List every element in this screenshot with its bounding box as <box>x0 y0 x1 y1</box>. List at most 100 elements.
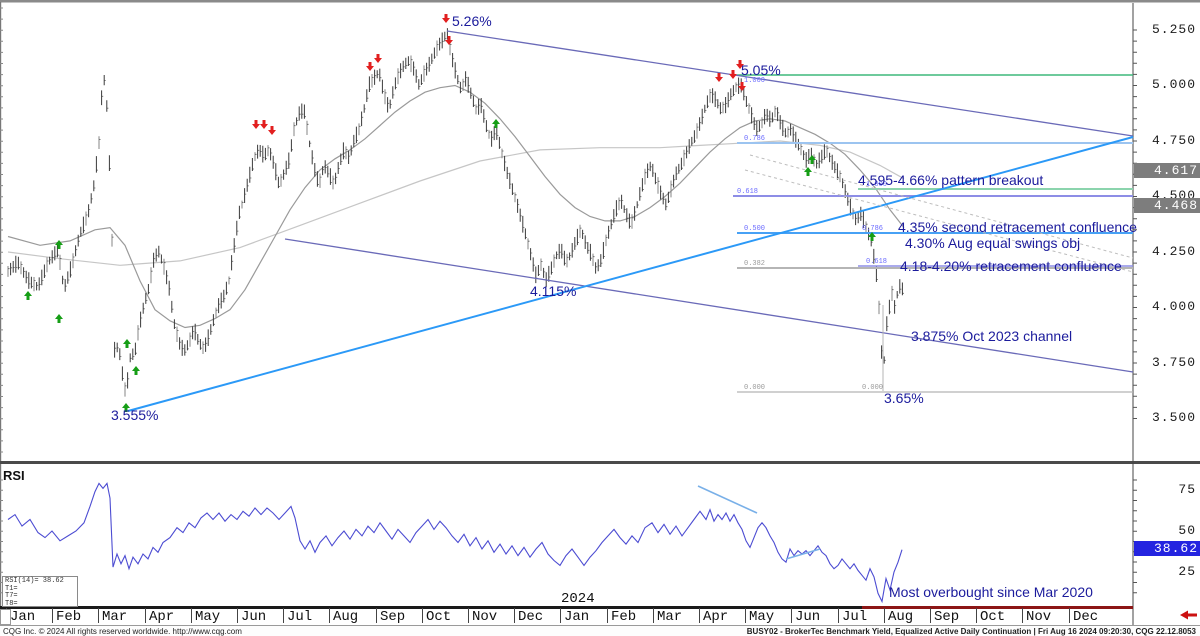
rsi-legend-box[interactable]: RSI(14)= 38.62 T1= T7= T8= <box>2 576 78 607</box>
month-tick <box>1069 608 1070 623</box>
price-annotation[interactable]: 5.26% <box>452 13 492 29</box>
month-label: Jan <box>10 609 35 625</box>
month-label: Mar <box>657 609 682 625</box>
month-label: Dec <box>518 609 543 625</box>
month-label: Nov <box>472 609 497 625</box>
month-tick <box>884 608 885 623</box>
copyright-text: CQG Inc. © 2024 All rights reserved worl… <box>3 627 242 636</box>
buy-signal-arrow-icon <box>123 339 131 348</box>
month-tick <box>191 608 192 623</box>
fib-ratio-label: 0.618 <box>866 258 887 266</box>
month-tick <box>145 608 146 623</box>
price-axis-label: 4.250 <box>1138 244 1196 259</box>
rsi-panel-title: RSI <box>3 468 25 483</box>
rsi-annotation[interactable]: Most overbought since Mar 2020 <box>889 584 1093 600</box>
price-axis-label: 5.250 <box>1138 22 1196 37</box>
slow-moving-average-line <box>8 141 904 265</box>
buy-signal-arrow-icon <box>55 240 63 249</box>
rsi-axis-label: 25 <box>1138 564 1196 579</box>
month-tick <box>976 608 977 623</box>
price-bars[interactable] <box>11 28 903 388</box>
fib-ratio-label: 1.000 <box>744 77 765 85</box>
price-axis-label: 3.750 <box>1138 355 1196 370</box>
fib-ratio-label: 0.618 <box>737 188 758 196</box>
sell-signal-arrow-icon <box>374 54 382 63</box>
fib-ratio-label: 0.000 <box>862 384 883 392</box>
month-label: May <box>195 609 220 625</box>
price-bar-close-ticks <box>8 38 904 386</box>
month-tick <box>699 608 700 623</box>
month-label: May <box>749 609 774 625</box>
month-tick <box>422 608 423 623</box>
month-tick <box>329 608 330 623</box>
sell-signal-arrow-icon <box>715 73 723 82</box>
contract-info-text: BUSY02 - BrokerTec Benchmark Yield, Equa… <box>747 627 1196 636</box>
month-label: Jul <box>287 609 312 625</box>
status-bar: CQG Inc. © 2024 All rights reserved worl… <box>0 625 1200 636</box>
price-annotation[interactable]: 4.115% <box>530 283 576 299</box>
sell-signal-arrow-icon <box>729 70 737 79</box>
sell-signal-arrow-icon <box>445 36 453 45</box>
price-highlight-badge: 4.617 <box>1134 163 1200 178</box>
month-tick <box>52 608 53 623</box>
month-label: Oct <box>980 609 1005 625</box>
price-annotation[interactable]: 4.595-4.66% pattern breakout <box>858 172 1043 188</box>
month-tick <box>1022 608 1023 623</box>
month-tick <box>283 608 284 623</box>
price-bars-light <box>8 41 892 397</box>
month-label: Apr <box>149 609 174 625</box>
month-tick <box>560 608 561 623</box>
month-label: Oct <box>426 609 451 625</box>
sell-signal-arrow-icon <box>260 120 268 129</box>
month-label: Nov <box>1026 609 1051 625</box>
month-label: Jul <box>842 609 867 625</box>
left-plot-edge <box>0 2 1 624</box>
rsi-legend-line: T8= <box>5 601 77 609</box>
fib-ratio-label: 0.382 <box>744 260 765 268</box>
sell-signal-arrow-icon <box>442 14 450 23</box>
price-annotation[interactable]: 3.875% Oct 2023 channel <box>911 328 1072 344</box>
fib-ratio-label: 0.786 <box>862 225 883 233</box>
month-label: Jun <box>795 609 820 625</box>
price-axis-label: 5.000 <box>1138 77 1196 92</box>
month-tick <box>468 608 469 623</box>
price-annotation[interactable]: 4.18-4.20% retracement confluence <box>900 258 1122 274</box>
buy-signal-arrow-icon <box>132 366 140 375</box>
price-annotation[interactable]: 3.65% <box>884 390 924 406</box>
month-tick <box>930 608 931 623</box>
fib-ratio-label: 0.500 <box>744 225 765 233</box>
month-label: Jan <box>564 609 589 625</box>
month-label: Feb <box>611 609 636 625</box>
month-tick <box>791 608 792 623</box>
rsi-axis-label: 50 <box>1138 523 1196 538</box>
time-axis[interactable]: JanFebMarAprMayJunJulAugSepOctNovDecJanF… <box>0 609 1200 625</box>
window-top-edge <box>0 0 1200 3</box>
price-annotation[interactable]: 4.35% second retracement confluence <box>898 219 1137 235</box>
price-annotation[interactable]: 5.05% <box>741 62 781 78</box>
trendline[interactable] <box>447 31 1133 136</box>
month-label: Aug <box>888 609 913 625</box>
chart-plot-area[interactable] <box>0 0 1200 636</box>
rsi-value-badge: 38.62 <box>1134 541 1200 556</box>
sell-signal-arrow-icon <box>268 126 276 135</box>
sell-signal-arrow-icon <box>252 120 260 129</box>
month-tick <box>607 608 608 623</box>
buy-signal-arrow-icon <box>804 167 812 176</box>
month-label: Jun <box>241 609 266 625</box>
month-tick <box>838 608 839 623</box>
rsi-trendline[interactable] <box>698 486 757 513</box>
price-annotation[interactable]: 4.30% Aug equal swings obj <box>905 235 1080 251</box>
rsi-line <box>8 483 902 601</box>
axis-corner-box <box>0 609 11 625</box>
buy-signal-arrow-icon <box>24 291 32 300</box>
month-tick <box>653 608 654 623</box>
right-axis-ticks <box>1133 30 1137 593</box>
fib-ratio-label: 0.000 <box>744 384 765 392</box>
month-tick <box>98 608 99 623</box>
price-annotation[interactable]: 3.555% <box>111 407 158 423</box>
panel-separator[interactable] <box>0 461 1200 464</box>
month-label: Sep <box>934 609 959 625</box>
sell-signal-arrow-icon <box>366 62 374 71</box>
price-axis-label: 4.750 <box>1138 133 1196 148</box>
month-label: Mar <box>102 609 127 625</box>
